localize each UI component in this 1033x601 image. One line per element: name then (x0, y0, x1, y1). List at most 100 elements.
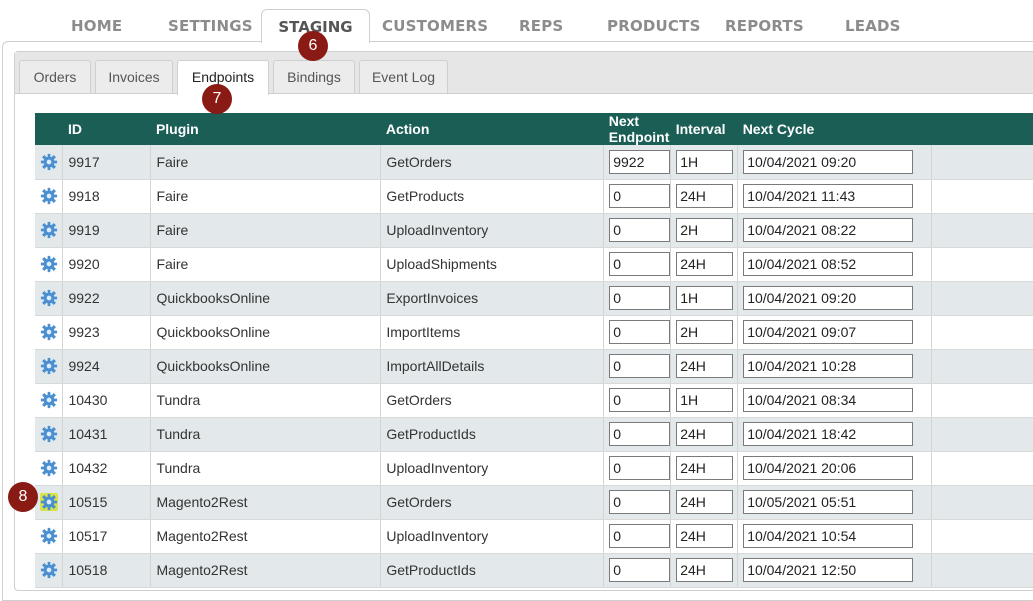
endpoints-table: ID Plugin Action Next Endpoint Interval … (35, 113, 1033, 588)
cell-plugin: Faire (150, 247, 382, 282)
next-endpoint-input[interactable] (609, 184, 671, 208)
next-cycle-input[interactable] (743, 218, 914, 242)
cell-next-cycle (737, 213, 933, 248)
header-spacer (931, 113, 1033, 145)
cell-next-cycle (737, 451, 933, 486)
next-endpoint-input[interactable] (609, 388, 671, 412)
cell-action: ExportInvoices (380, 281, 605, 316)
cell-spacer (931, 179, 1033, 214)
interval-input[interactable] (676, 218, 734, 242)
next-endpoint-input[interactable] (609, 422, 671, 446)
next-endpoint-input[interactable] (609, 456, 671, 480)
cell-interval (670, 247, 739, 282)
gear-icon[interactable] (40, 187, 58, 205)
cell-spacer (931, 519, 1033, 554)
interval-input[interactable] (676, 320, 734, 344)
cell-interval (670, 349, 739, 384)
next-endpoint-input[interactable] (609, 354, 671, 378)
next-endpoint-input[interactable] (609, 149, 671, 174)
next-cycle-input[interactable] (743, 286, 914, 310)
gear-icon[interactable] (40, 425, 58, 443)
interval-input[interactable] (676, 558, 734, 582)
tab-orders[interactable]: Orders (19, 60, 91, 93)
interval-input[interactable] (676, 286, 734, 310)
next-endpoint-input[interactable] (609, 524, 671, 548)
next-cycle-input[interactable] (743, 422, 914, 446)
tab-invoices[interactable]: Invoices (95, 60, 173, 93)
next-endpoint-input[interactable] (609, 490, 671, 514)
interval-input[interactable] (676, 490, 734, 514)
gear-icon[interactable] (40, 357, 58, 375)
nav-settings[interactable]: SETTINGS (168, 17, 253, 35)
tab-event-log[interactable]: Event Log (359, 60, 448, 93)
cell-id: 10432 (62, 451, 152, 486)
cell-plugin: QuickbooksOnline (150, 315, 382, 350)
table-row: 9922 QuickbooksOnline ExportInvoices (35, 281, 1033, 316)
cell-next-endpoint (603, 179, 672, 214)
next-cycle-input[interactable] (743, 490, 914, 514)
cell-interval (670, 451, 739, 486)
nav-customers[interactable]: CUSTOMERS (382, 17, 488, 35)
nav-reports[interactable]: REPORTS (725, 17, 804, 35)
next-endpoint-input[interactable] (609, 286, 671, 310)
interval-input[interactable] (676, 149, 734, 174)
gear-icon[interactable] (40, 391, 58, 409)
table-row: 9920 Faire UploadShipments (35, 247, 1033, 282)
cell-plugin: Faire (150, 145, 382, 180)
next-cycle-input[interactable] (743, 456, 914, 480)
interval-input[interactable] (676, 524, 734, 548)
next-cycle-input[interactable] (743, 558, 914, 582)
table-row: 10515 Magento2Rest GetOrders (35, 485, 1033, 520)
interval-input[interactable] (676, 422, 734, 446)
tab-bindings[interactable]: Bindings (273, 60, 355, 93)
row-gear-cell (35, 451, 64, 486)
nav-reps[interactable]: REPS (519, 17, 563, 35)
nav-home[interactable]: HOME (71, 17, 122, 35)
gear-icon[interactable] (40, 289, 58, 307)
cell-next-endpoint (603, 145, 672, 180)
cell-action: GetProducts (380, 179, 605, 214)
cell-spacer (931, 349, 1033, 384)
cell-spacer (931, 247, 1033, 282)
next-cycle-input[interactable] (743, 252, 914, 276)
interval-input[interactable] (676, 388, 734, 412)
cell-action: GetProductIds (380, 417, 605, 452)
gear-icon[interactable] (40, 221, 58, 239)
gear-icon[interactable] (39, 493, 58, 512)
cell-id: 9922 (62, 281, 152, 316)
cell-spacer (931, 417, 1033, 452)
interval-input[interactable] (676, 184, 734, 208)
next-endpoint-input[interactable] (609, 218, 671, 242)
next-cycle-input[interactable] (743, 524, 914, 548)
cell-spacer (931, 451, 1033, 486)
table-body: 9917FaireGetOrders9918FaireGetProducts99… (35, 145, 1033, 588)
next-cycle-input[interactable] (743, 320, 914, 344)
next-endpoint-input[interactable] (609, 252, 671, 276)
gear-icon[interactable] (40, 323, 58, 341)
next-cycle-input[interactable] (743, 388, 914, 412)
gear-icon[interactable] (40, 561, 58, 579)
interval-input[interactable] (676, 252, 734, 276)
cell-next-cycle (737, 349, 933, 384)
gear-icon[interactable] (40, 153, 58, 171)
table-row: 9919 Faire UploadInventory (35, 213, 1033, 248)
gear-icon[interactable] (40, 255, 58, 273)
gear-icon[interactable] (40, 459, 58, 477)
interval-input[interactable] (676, 456, 734, 480)
interval-input[interactable] (676, 354, 734, 378)
gear-icon[interactable] (40, 527, 58, 545)
cell-next-endpoint (603, 247, 672, 282)
cell-action: ImportAllDetails (380, 349, 605, 384)
nav-leads[interactable]: LEADS (845, 17, 901, 35)
cell-next-endpoint (603, 383, 672, 418)
next-cycle-input[interactable] (743, 354, 914, 378)
next-cycle-input[interactable] (743, 184, 914, 208)
next-endpoint-input[interactable] (609, 320, 671, 344)
next-cycle-input[interactable] (743, 149, 914, 174)
cell-id: 9919 (62, 213, 152, 248)
cell-interval (670, 315, 739, 350)
next-endpoint-input[interactable] (609, 558, 671, 582)
header-interval: Interval (670, 113, 738, 145)
cell-plugin: Tundra (150, 451, 382, 486)
nav-products[interactable]: PRODUCTS (607, 17, 701, 35)
